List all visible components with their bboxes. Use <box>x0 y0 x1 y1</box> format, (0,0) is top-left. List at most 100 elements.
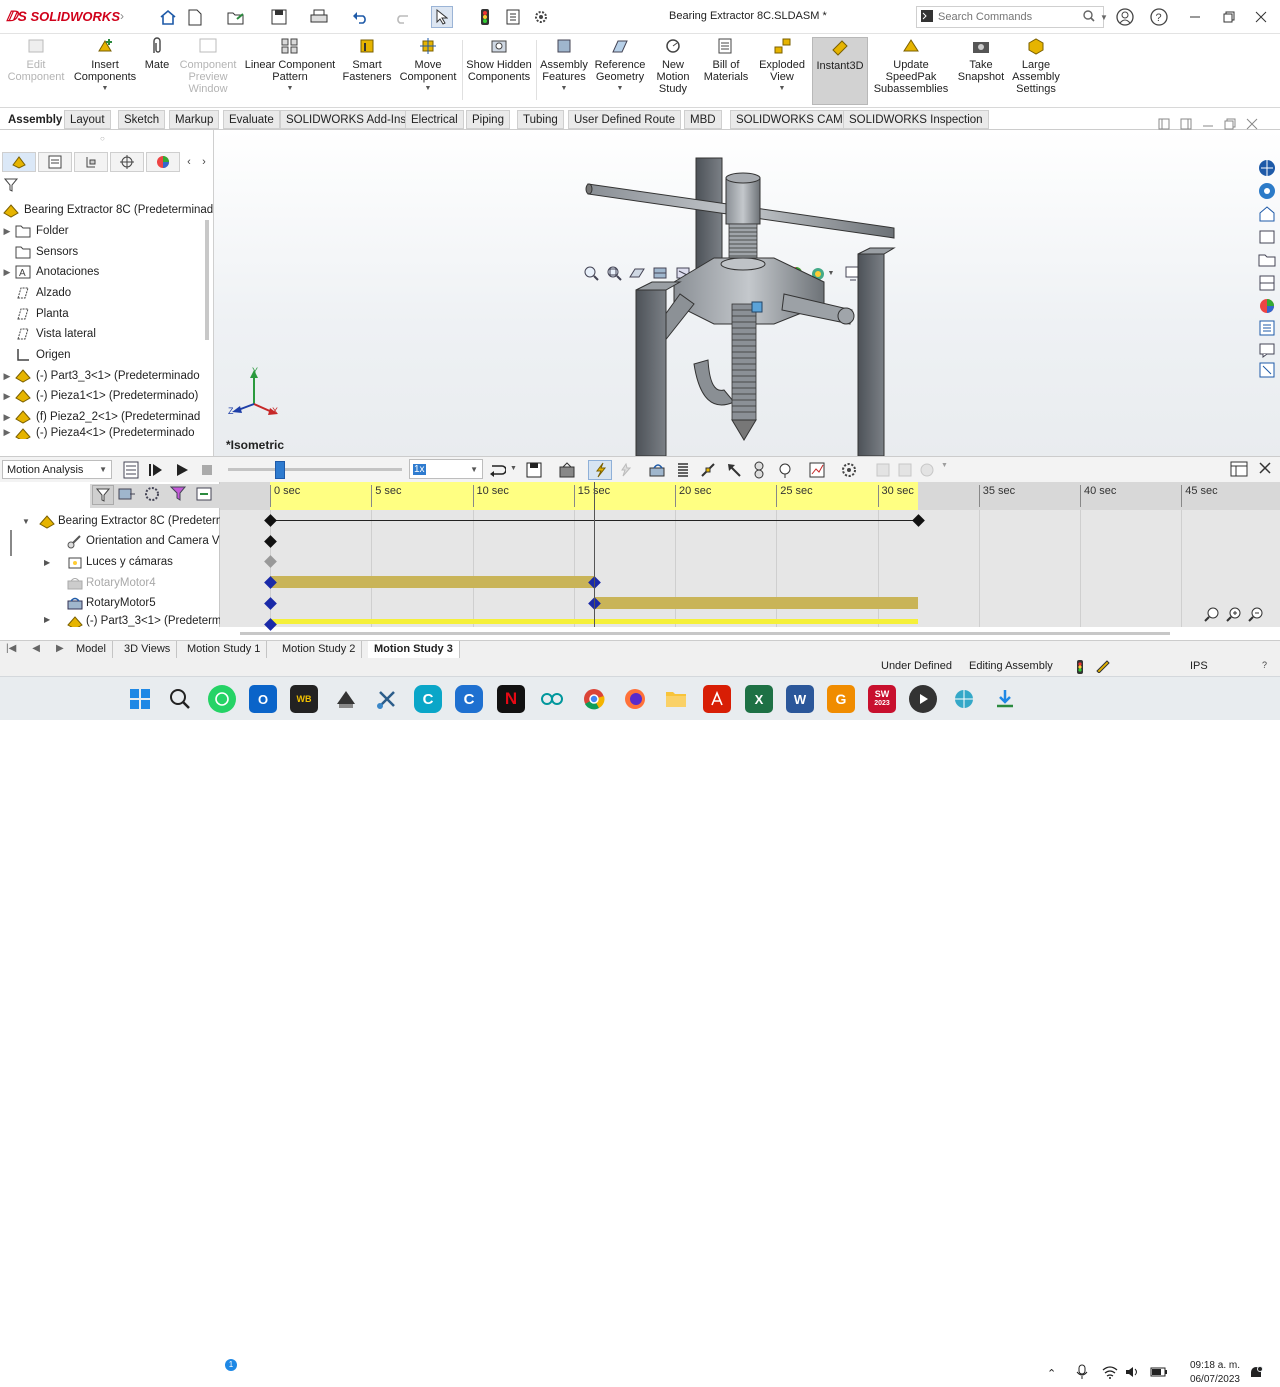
graphics-area[interactable]: ▼ ▼ ▼ ▼ ▼ <box>214 118 1280 456</box>
tab-tubing[interactable]: Tubing <box>517 110 564 129</box>
tabs-scroll-right-icon[interactable]: › <box>198 152 210 172</box>
smart-fasteners-button[interactable]: Smart Fasteners <box>340 37 394 105</box>
redo-icon[interactable] <box>392 6 414 28</box>
whiteboard-wb-icon[interactable]: WB <box>290 685 318 713</box>
file-explorer-icon[interactable] <box>662 685 690 713</box>
linear-component-pattern-button[interactable]: Linear Component Pattern ▼ <box>244 37 336 105</box>
viewport-minimize-icon[interactable] <box>1202 118 1214 133</box>
show-hidden-components-button[interactable]: Show Hidden Components <box>466 37 532 105</box>
appearances-pane-icon[interactable] <box>1256 296 1278 316</box>
stop-icon[interactable] <box>200 463 214 480</box>
search-icon[interactable] <box>1083 9 1095 25</box>
file-properties-icon[interactable] <box>502 6 524 28</box>
user-account-icon[interactable] <box>1114 6 1136 28</box>
calculate-icon[interactable] <box>122 461 140 482</box>
solidworks-taskbar-icon[interactable]: SW 2023 <box>868 685 896 713</box>
property-manager-tab-icon[interactable] <box>38 152 72 172</box>
tab-motion-study-1[interactable]: Motion Study 1 <box>181 641 268 659</box>
tree-item-alzado-plane[interactable]: Alzado <box>0 283 71 303</box>
lights-key[interactable] <box>263 554 277 568</box>
study-type-select[interactable]: Motion Analysis ▼ <box>2 460 112 479</box>
microphone-icon[interactable] <box>1076 1364 1088 1383</box>
autokey-icon[interactable] <box>588 460 612 480</box>
reference-geometry-dropdown-icon[interactable]: ▼ <box>617 83 624 95</box>
filter-results-icon[interactable] <box>169 486 188 505</box>
whatsapp-icon[interactable] <box>208 685 236 713</box>
panel-collapse-handle-icon[interactable]: ○ <box>100 134 105 143</box>
minimize-icon[interactable] <box>1184 6 1206 28</box>
motion-row-part3[interactable]: ▶ (-) Part3_3<1> (Predetermi <box>44 615 224 627</box>
timeline-playhead[interactable] <box>594 482 595 627</box>
display-manager-tab-icon[interactable] <box>146 152 180 172</box>
assembly-start-key[interactable] <box>263 513 277 527</box>
playback-slider-track[interactable] <box>228 468 402 471</box>
help-icon[interactable]: ? <box>1148 6 1170 28</box>
instant3d-button[interactable]: Instant3D <box>812 37 868 105</box>
menu-expand-icon[interactable]: › <box>120 9 124 23</box>
tab-evaluate[interactable]: Evaluate <box>223 110 280 129</box>
motion-timeline[interactable]: 0 sec 5 sec 10 sec 15 sec 20 sec 25 sec 30 sec… <box>220 482 1280 635</box>
zoom-in-timeline-icon[interactable] <box>1226 606 1242 625</box>
search-commands-box[interactable]: ▼ <box>916 6 1108 28</box>
undo-icon[interactable] <box>349 6 371 28</box>
viewport-tile-right-icon[interactable] <box>1180 118 1192 133</box>
motor5-start-key[interactable] <box>263 596 277 610</box>
snipping-tool-icon[interactable] <box>373 685 401 713</box>
motion-row-assembly[interactable]: ▼ Bearing Extractor 8C (Predetern <box>22 511 222 531</box>
results-and-plots-icon[interactable] <box>808 461 826 482</box>
filter-icon[interactable] <box>3 178 24 195</box>
viewport-tile-left-icon[interactable] <box>1158 118 1170 133</box>
tab-layout[interactable]: Layout <box>64 110 111 129</box>
expand-arrow-icon[interactable]: ▶ <box>0 267 14 278</box>
timeline-ruler[interactable]: 0 sec 5 sec 10 sec 15 sec 20 sec 25 sec 30 sec… <box>220 482 1280 510</box>
tree-scrollbar[interactable] <box>205 220 209 340</box>
playback-mode-dropdown-icon[interactable]: ▼ <box>510 465 517 472</box>
search-dropdown-icon[interactable]: ▼ <box>1100 13 1108 22</box>
timeline-body[interactable] <box>220 482 1280 631</box>
tab-piping[interactable]: Piping <box>466 110 510 129</box>
routing-library-icon[interactable] <box>1256 360 1278 380</box>
notifications-icon[interactable] <box>1248 1365 1264 1384</box>
tree-item-folder[interactable]: ▶ Folder <box>0 221 69 241</box>
tree-item-part3[interactable]: ▶ (-) Part3_3<1> (Predeterminado <box>0 366 200 386</box>
firefox-icon[interactable] <box>621 685 649 713</box>
playback-mode-loop-icon[interactable] <box>488 462 507 481</box>
tab-sketch[interactable]: Sketch <box>118 110 166 129</box>
collapse-arrow-icon[interactable]: ▼ <box>22 517 36 526</box>
rebuild-traffic-light-icon[interactable] <box>474 6 496 28</box>
orientation-key[interactable] <box>263 534 277 548</box>
globe-app-icon[interactable] <box>950 685 978 713</box>
filter-selected-icon[interactable] <box>144 486 162 505</box>
motion-row-lights-cameras[interactable]: ▶ Luces y cámaras <box>44 552 173 572</box>
motion-panel-close-icon[interactable] <box>1258 461 1272 478</box>
select-arrow-icon[interactable] <box>431 6 453 28</box>
component-preview-window-button[interactable]: Component Preview Window <box>176 37 240 105</box>
bill-of-materials-button[interactable]: Bill of Materials <box>700 37 752 105</box>
timeline-horizontal-scrollbar[interactable] <box>240 632 1170 635</box>
restore-icon[interactable] <box>1218 6 1240 28</box>
zoom-to-fit-timeline-icon[interactable] <box>1204 606 1220 625</box>
file-explorer-pane-icon[interactable] <box>1256 227 1278 247</box>
playback-speed-select[interactable]: 1x ▼ <box>409 459 483 479</box>
large-assembly-settings-button[interactable]: Large Assembly Settings <box>1010 37 1062 105</box>
dimxpert-tab-icon[interactable] <box>110 152 144 172</box>
play-icon[interactable] <box>174 462 190 481</box>
update-speedpak-button[interactable]: Update SpeedPak Subassemblies <box>872 37 950 105</box>
outlook-icon[interactable]: O <box>249 685 277 713</box>
tree-item-pieza1[interactable]: ▶ (-) Pieza1<1> (Predeterminado) <box>0 386 198 406</box>
excel-icon[interactable]: X <box>745 685 773 713</box>
3dexperience-icon[interactable] <box>1256 181 1278 201</box>
tree-item-pieza2[interactable]: ▶ (f) Pieza2_2<1> (Predeterminad <box>0 407 200 427</box>
motion-row-rotary-motor5[interactable]: RotaryMotor5 <box>64 593 156 613</box>
assembly-features-button[interactable]: Assembly Features ▼ <box>538 37 590 105</box>
force-arrow-icon[interactable] <box>726 462 742 481</box>
animation-wizard-icon[interactable] <box>558 461 576 482</box>
configuration-manager-tab-icon[interactable] <box>74 152 108 172</box>
taskbar-search-icon[interactable] <box>166 685 194 713</box>
gravity-icon[interactable] <box>778 462 792 481</box>
motion-study-properties-gear-icon[interactable] <box>840 461 858 482</box>
tab-assembly[interactable]: Assembly <box>2 110 69 129</box>
tab-3d-views[interactable]: 3D Views <box>118 641 178 659</box>
download-app-icon[interactable] <box>991 685 1019 713</box>
app-c-blue-icon[interactable]: C <box>455 685 483 713</box>
